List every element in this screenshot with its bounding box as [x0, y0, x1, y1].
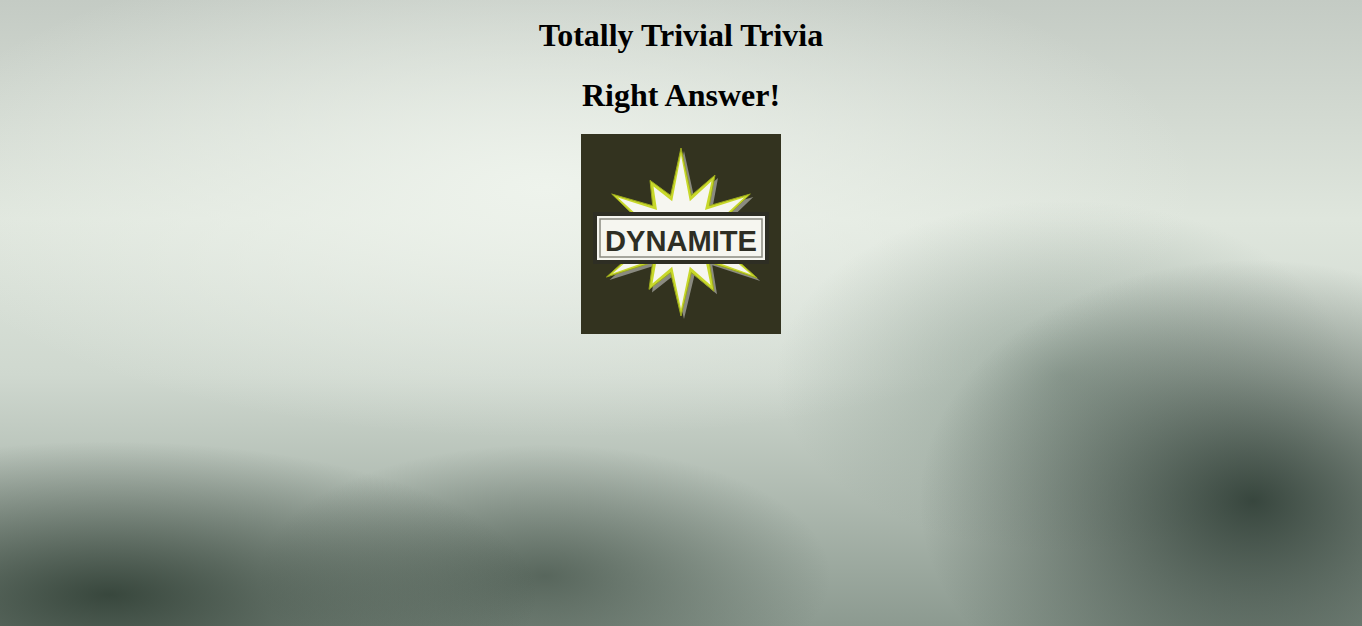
trivia-page: Totally Trivial Trivia Right Answer! DYNAM…	[0, 0, 1362, 626]
logo-frame: DYNAMITE	[581, 134, 781, 334]
svg-text:DYNAMITE: DYNAMITE	[605, 224, 757, 257]
page-title: Totally Trivial Trivia	[539, 16, 823, 54]
result-message: Right Answer!	[582, 76, 780, 114]
dynamite-logo-icon: DYNAMITE	[581, 134, 781, 334]
